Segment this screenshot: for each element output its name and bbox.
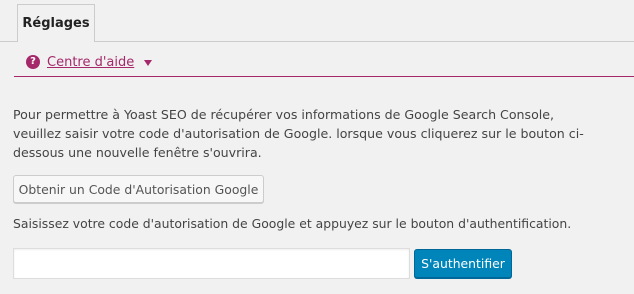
gsc-description: Pour permettre à Yoast SEO de récupérer … bbox=[13, 107, 584, 160]
caret-down-icon[interactable] bbox=[144, 59, 153, 66]
help-center-row: ? Centre d'aide bbox=[14, 52, 153, 72]
help-divider bbox=[14, 76, 634, 77]
authenticate-button[interactable]: S'authentifier bbox=[414, 249, 512, 278]
get-google-auth-code-button[interactable]: Obtenir un Code d'Autorisation Google bbox=[13, 175, 264, 203]
tab-settings-label: Réglages bbox=[22, 15, 90, 31]
auth-code-instruction: Saisissez votre code d'autorisation de G… bbox=[13, 216, 572, 231]
auth-code-input[interactable] bbox=[13, 248, 410, 279]
active-tab-indicator bbox=[18, 40, 94, 42]
help-center-link[interactable]: Centre d'aide bbox=[47, 55, 134, 70]
tabs-bar bbox=[0, 0, 634, 42]
question-circle-icon: ? bbox=[26, 55, 40, 69]
tab-settings[interactable]: Réglages bbox=[17, 4, 95, 41]
